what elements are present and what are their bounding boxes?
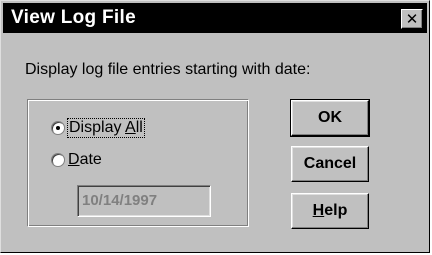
display-all-radio[interactable] bbox=[51, 121, 65, 135]
close-icon: ✕ bbox=[405, 10, 419, 28]
title-bar[interactable]: View Log File ✕ bbox=[3, 3, 427, 33]
prompt-label: Display log file entries starting with d… bbox=[25, 61, 311, 78]
date-radio[interactable] bbox=[51, 153, 65, 167]
display-all-option[interactable]: Display All bbox=[51, 118, 145, 138]
view-log-file-dialog: View Log File ✕ Display log file entries… bbox=[0, 0, 430, 253]
close-button[interactable]: ✕ bbox=[401, 9, 423, 29]
window-title: View Log File bbox=[11, 7, 136, 28]
display-all-label: Display All bbox=[67, 118, 145, 138]
date-option[interactable]: Date bbox=[51, 151, 102, 169]
date-input[interactable]: 10/14/1997 bbox=[77, 185, 211, 217]
help-button[interactable]: Help bbox=[291, 193, 369, 229]
date-label: Date bbox=[68, 151, 102, 168]
cancel-button[interactable]: Cancel bbox=[291, 146, 369, 182]
ok-button[interactable]: OK bbox=[290, 99, 370, 137]
